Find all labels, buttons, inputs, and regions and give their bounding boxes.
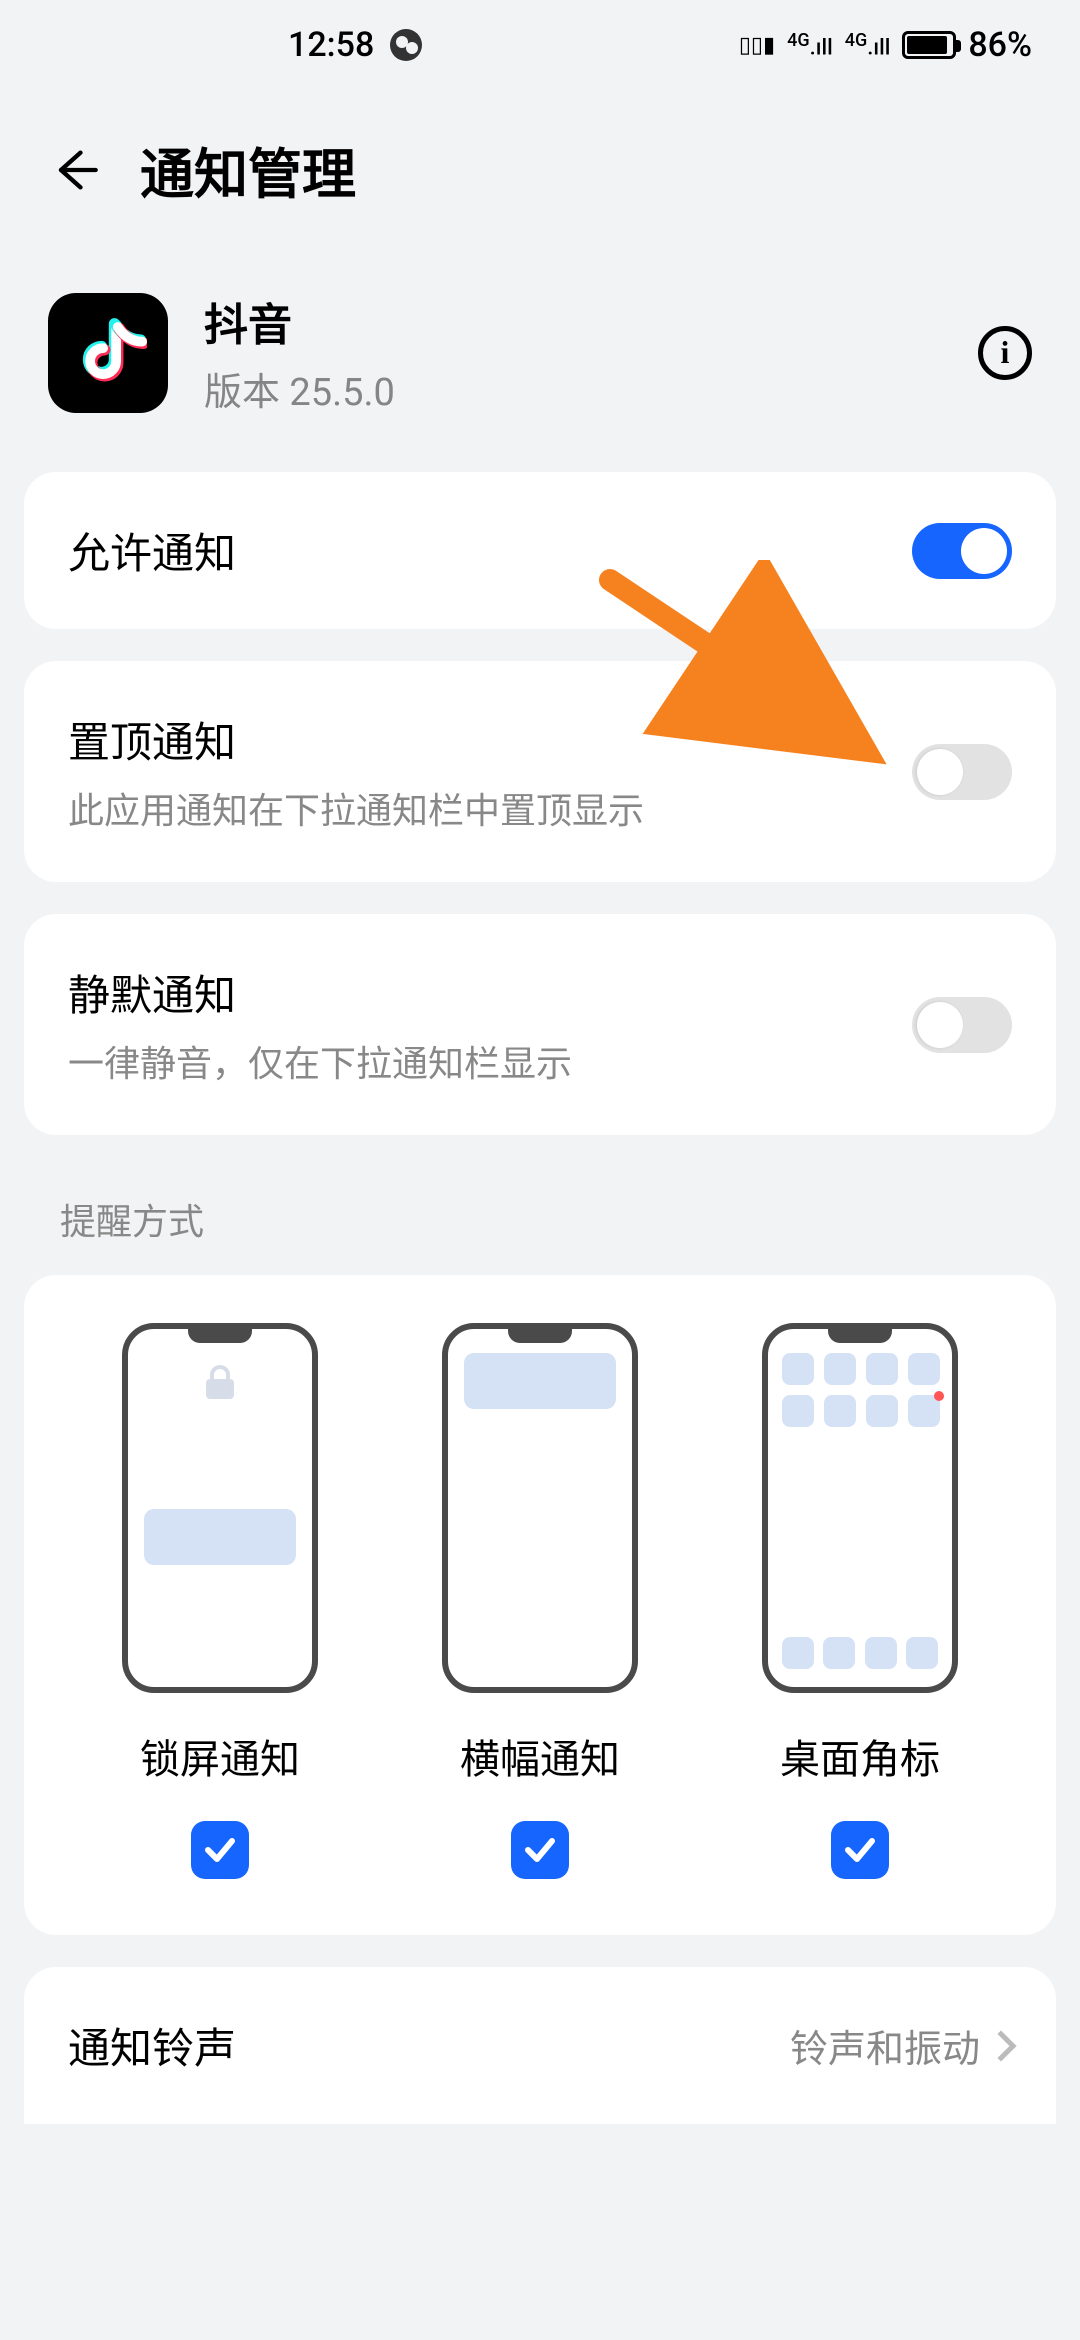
page-header: 通知管理: [0, 90, 1080, 241]
mode-badge[interactable]: 桌面角标: [700, 1323, 1020, 1879]
ringtone-label: 通知铃声: [68, 2015, 236, 2076]
wechat-status-icon: [390, 29, 422, 61]
vibrate-icon: ▯▯▮: [739, 33, 775, 58]
app-info-button[interactable]: i: [978, 326, 1032, 380]
pin-notifications-label: 置顶通知: [68, 709, 912, 770]
app-icon-douyin: [48, 293, 168, 413]
allow-notifications-toggle[interactable]: [912, 523, 1012, 579]
mode-lockscreen-checkbox[interactable]: [191, 1821, 249, 1879]
silent-notifications-card: 静默通知 一律静音，仅在下拉通知栏显示: [24, 914, 1056, 1135]
silent-notifications-sub: 一律静音，仅在下拉通知栏显示: [68, 1035, 912, 1087]
pin-notifications-card: 置顶通知 此应用通知在下拉通知栏中置顶显示: [24, 661, 1056, 882]
mode-badge-checkbox[interactable]: [831, 1821, 889, 1879]
allow-notifications-label: 允许通知: [68, 520, 912, 581]
chevron-right-icon: [985, 2030, 1016, 2061]
mode-banner-label: 横幅通知: [460, 1727, 620, 1785]
signal-4g-icon: 4G.ıll: [787, 30, 833, 60]
ringtone-row[interactable]: 通知铃声 铃声和振动: [24, 1967, 1056, 2124]
mode-banner-checkbox[interactable]: [511, 1821, 569, 1879]
signal-4g-icon-2: 4G.ıll: [845, 30, 891, 60]
app-info-row: 抖音 版本 25.5.0 i: [0, 241, 1080, 472]
silent-notifications-label: 静默通知: [68, 962, 912, 1023]
back-button[interactable]: [48, 144, 100, 196]
app-name: 抖音: [204, 289, 978, 353]
reminder-section-label: 提醒方式: [0, 1167, 1080, 1275]
battery-icon: [902, 31, 956, 59]
mode-badge-label: 桌面角标: [780, 1727, 940, 1785]
badge-preview-icon: [762, 1323, 958, 1693]
mode-banner[interactable]: 横幅通知: [380, 1323, 700, 1879]
pin-notifications-sub: 此应用通知在下拉通知栏中置顶显示: [68, 782, 912, 834]
silent-notifications-toggle[interactable]: [912, 997, 1012, 1053]
banner-preview-icon: [442, 1323, 638, 1693]
lockscreen-preview-icon: [122, 1323, 318, 1693]
mode-lockscreen[interactable]: 锁屏通知: [60, 1323, 380, 1879]
reminder-modes-card: 锁屏通知 横幅通知 桌面角标: [24, 1275, 1056, 1935]
mode-lockscreen-label: 锁屏通知: [140, 1727, 300, 1785]
battery-percent: 86%: [968, 25, 1032, 65]
page-title: 通知管理: [140, 130, 356, 209]
ringtone-value: 铃声和振动: [790, 2018, 980, 2073]
allow-notifications-card: 允许通知: [24, 472, 1056, 629]
status-time: 12:58: [288, 25, 374, 65]
status-bar: 12:58 ▯▯▮ 4G.ıll 4G.ıll 86%: [0, 0, 1080, 90]
pin-notifications-toggle[interactable]: [912, 744, 1012, 800]
app-version: 版本 25.5.0: [204, 361, 978, 416]
